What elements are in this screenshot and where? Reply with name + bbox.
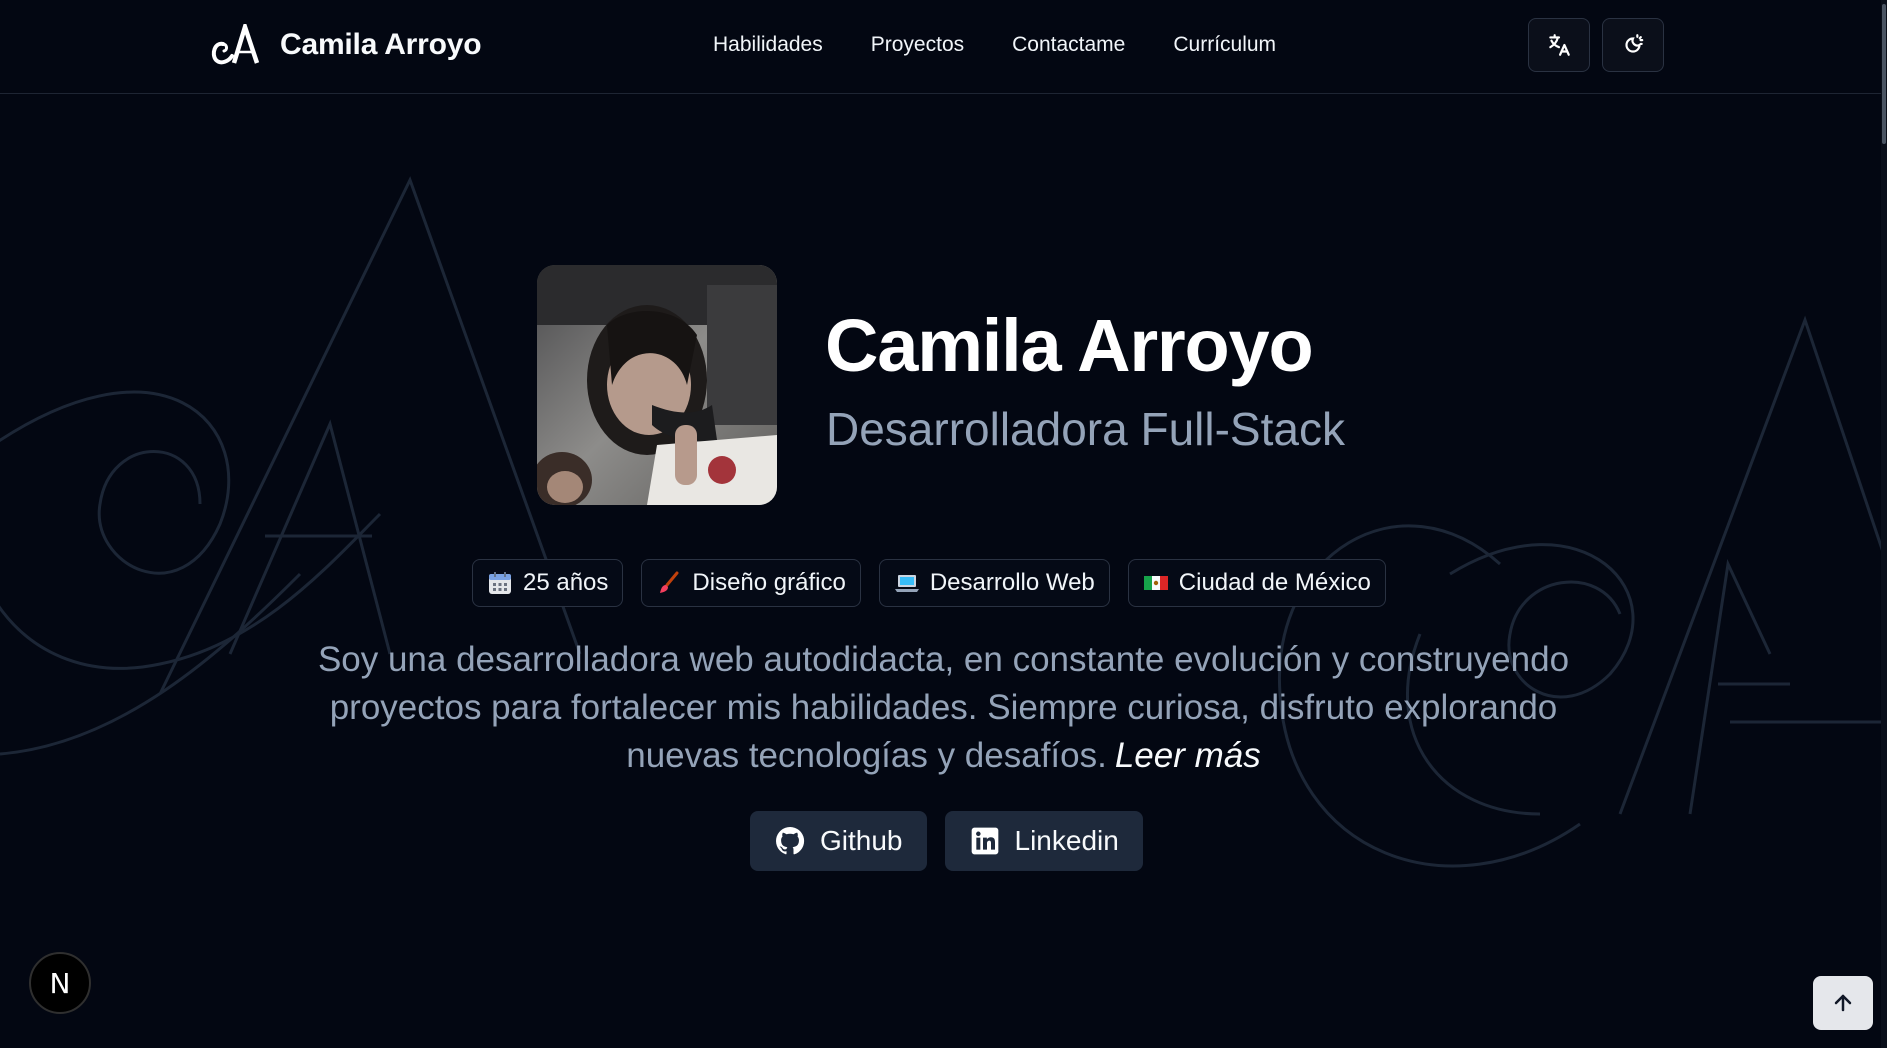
brand-logo-icon: [211, 24, 260, 65]
linkedin-label: Linkedin: [1014, 825, 1119, 856]
theme-toggle-icon: [1625, 34, 1644, 53]
profile-photo: [537, 265, 777, 505]
github-icon: [776, 826, 805, 855]
read-more-link[interactable]: Leer más: [1115, 736, 1261, 775]
site-header: Camila Arroyo Habilidades Proyectos Cont…: [0, 0, 1887, 94]
linkedin-button[interactable]: Linkedin: [944, 811, 1143, 871]
hero-name: Camila Arroyo: [825, 304, 1314, 387]
nav-link-curriculum[interactable]: Currículum: [1173, 33, 1276, 57]
info-badges: 25 años Diseño gráfico Desarrollo Web Ci…: [472, 559, 1416, 607]
hero-role: Desarrolladora Full-Stack: [826, 403, 1345, 455]
social-links: Github Linkedin: [750, 811, 1143, 871]
badge-location: Ciudad de México: [1127, 559, 1386, 607]
hero-section: Camila Arroyo Desarrolladora Full-Stack …: [0, 0, 1887, 1048]
brand-name: Camila Arroyo: [280, 28, 482, 61]
laptop-icon: [894, 575, 919, 592]
badge-design-label: Diseño gráfico: [692, 569, 846, 596]
bio-text: Soy una desarrolladora web autodidacta, …: [317, 640, 1570, 775]
badge-webdev-label: Desarrollo Web: [929, 569, 1095, 596]
scrollbar-thumb[interactable]: [1882, 4, 1886, 144]
nextjs-devtools-badge[interactable]: N: [29, 952, 91, 1014]
badge-design: Diseño gráfico: [641, 559, 861, 607]
mexico-flag-icon: [1143, 576, 1168, 590]
scrollbar[interactable]: [1881, 0, 1887, 1048]
theme-toggle-button[interactable]: [1602, 18, 1664, 72]
badge-age: 25 años: [472, 559, 624, 607]
bio-paragraph: Soy una desarrolladora web autodidacta, …: [300, 636, 1587, 780]
github-label: Github: [820, 825, 903, 856]
badge-age-label: 25 años: [523, 569, 609, 596]
brand-link[interactable]: Camila Arroyo: [210, 24, 482, 66]
main-nav: Habilidades Proyectos Contactame Currícu…: [713, 28, 1276, 62]
scroll-to-top-button[interactable]: [1813, 976, 1873, 1030]
calendar-icon: [489, 572, 511, 594]
language-button[interactable]: [1528, 18, 1590, 72]
nav-link-habilidades[interactable]: Habilidades: [713, 33, 823, 57]
paintbrush-icon: [660, 571, 679, 593]
badge-webdev: Desarrollo Web: [878, 559, 1110, 607]
nav-link-contactame[interactable]: Contactame: [1012, 33, 1125, 57]
nav-link-proyectos[interactable]: Proyectos: [871, 33, 964, 57]
arrow-up-icon: [1834, 994, 1852, 1012]
github-button[interactable]: Github: [750, 811, 927, 871]
translate-icon: [1549, 34, 1570, 56]
linkedin-icon: [971, 827, 998, 855]
badge-location-label: Ciudad de México: [1178, 569, 1371, 596]
